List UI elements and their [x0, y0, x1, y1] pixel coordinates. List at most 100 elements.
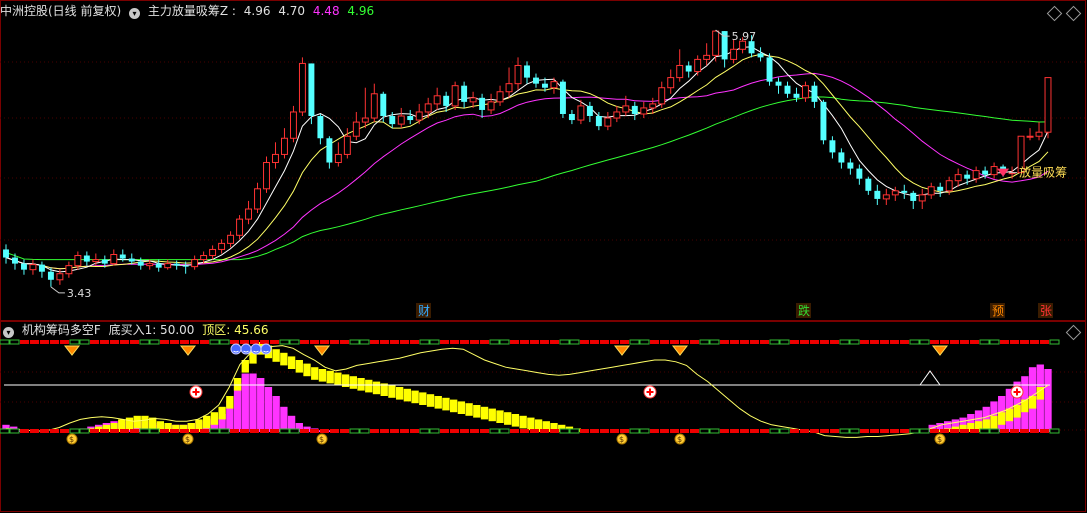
candle-body — [407, 116, 414, 121]
candle-body — [865, 178, 872, 191]
top-band — [919, 339, 930, 345]
top-band — [870, 340, 879, 344]
pink-bar — [272, 396, 280, 432]
candle-body — [910, 192, 917, 201]
bottom-band — [800, 429, 809, 433]
bottom-band — [480, 429, 489, 433]
bottom-band — [620, 429, 629, 433]
yellow-bar — [133, 415, 141, 429]
event-tag: 张 — [1040, 304, 1052, 318]
candle-body — [568, 113, 575, 121]
bottom-band — [50, 429, 59, 433]
candle-body — [21, 263, 27, 270]
bottom-band — [499, 428, 510, 434]
candle-body — [361, 117, 369, 123]
bottom-band — [590, 429, 599, 433]
sub-title[interactable]: 机构筹码多空F — [22, 323, 101, 337]
yellow-bar — [326, 370, 334, 384]
candle-body — [505, 83, 513, 93]
top-band — [160, 340, 169, 344]
bottom-band — [250, 429, 259, 433]
candle-body — [56, 273, 64, 281]
bottom-band — [279, 428, 290, 434]
bottom-band — [569, 428, 580, 434]
yellow-bar — [480, 406, 489, 420]
chevron-down-icon[interactable]: ▾ — [3, 327, 14, 338]
top-band — [860, 340, 869, 344]
candle-body — [137, 261, 144, 266]
yellow-bar — [465, 403, 473, 416]
top-band — [480, 340, 489, 344]
bottom-band — [260, 429, 269, 433]
high-marker-label: 5.97 — [732, 30, 757, 43]
bottom-band — [979, 428, 990, 434]
bottom-band — [240, 429, 249, 433]
bottom-band — [779, 428, 790, 434]
candle-body — [793, 93, 800, 98]
candle-body — [784, 85, 791, 94]
candle — [308, 63, 315, 125]
candle-body — [1035, 131, 1043, 137]
bottom-band — [209, 428, 220, 434]
top-band — [250, 340, 259, 344]
top-band — [930, 340, 939, 344]
top-band — [349, 339, 360, 345]
indicator-label[interactable]: 主力放量吸筹Z : — [148, 4, 236, 18]
bottom-band — [1049, 428, 1060, 434]
bag-glyph: $ — [619, 435, 624, 444]
bottom-band — [690, 429, 699, 433]
bottom-band — [600, 429, 609, 433]
candle-body — [182, 265, 189, 267]
top-band — [790, 340, 799, 344]
candle-body — [487, 101, 495, 111]
indicator-value-4: 4.96 — [347, 4, 375, 18]
candle-body — [433, 95, 441, 105]
main-title[interactable]: 中洲控股(日线 前复权) — [0, 4, 121, 18]
top-band — [30, 340, 39, 344]
top-band — [240, 340, 249, 344]
top-band — [760, 340, 769, 344]
bottom-band — [130, 429, 139, 433]
top-band — [629, 339, 640, 345]
bottom-band — [120, 429, 129, 433]
top-band — [180, 340, 189, 344]
top-band — [219, 339, 230, 345]
candle-body — [343, 135, 351, 155]
money-bag-icon: $ — [182, 433, 194, 445]
top-band — [110, 340, 119, 344]
sub-header: ▾ 机构筹码多空F 底买入1: 50.00 顶区: 45.66 — [0, 321, 272, 339]
top-band — [209, 339, 220, 345]
yellow-bar — [419, 392, 427, 405]
candle — [820, 99, 827, 145]
yellow-bar — [365, 379, 373, 393]
bottom-band — [1000, 429, 1009, 433]
top-band — [849, 339, 860, 345]
bag-glyph: $ — [185, 435, 190, 444]
bottom-band — [0, 428, 10, 434]
candle-body — [550, 81, 558, 89]
candle-body — [891, 190, 899, 196]
bag-glyph: $ — [677, 435, 682, 444]
candle-body — [712, 30, 720, 56]
top-band — [450, 340, 459, 344]
top-band — [139, 339, 150, 345]
top-band — [90, 340, 99, 344]
chart-stage: 5.97 3.43 放量吸筹财 跌 预 张 $ $ $ $ $ $ — [0, 0, 1087, 513]
top-band — [830, 340, 839, 344]
pink-bar — [264, 387, 273, 432]
yellow-bar — [303, 363, 311, 377]
plus-circle-icon — [643, 385, 657, 399]
candle-body — [640, 107, 648, 115]
top-band — [839, 339, 850, 345]
candle-body — [820, 101, 827, 141]
top-band — [530, 340, 539, 344]
sub-label-top: 顶区: 45.66 — [202, 323, 269, 337]
bottom-band — [429, 428, 440, 434]
candle-body — [424, 103, 432, 113]
yellow-bar — [411, 390, 419, 404]
bottom-band — [930, 429, 939, 433]
top-band — [1010, 340, 1019, 344]
top-band — [230, 340, 239, 344]
chevron-down-icon[interactable]: ▾ — [129, 8, 141, 19]
event-tag: 跌 — [798, 303, 810, 318]
